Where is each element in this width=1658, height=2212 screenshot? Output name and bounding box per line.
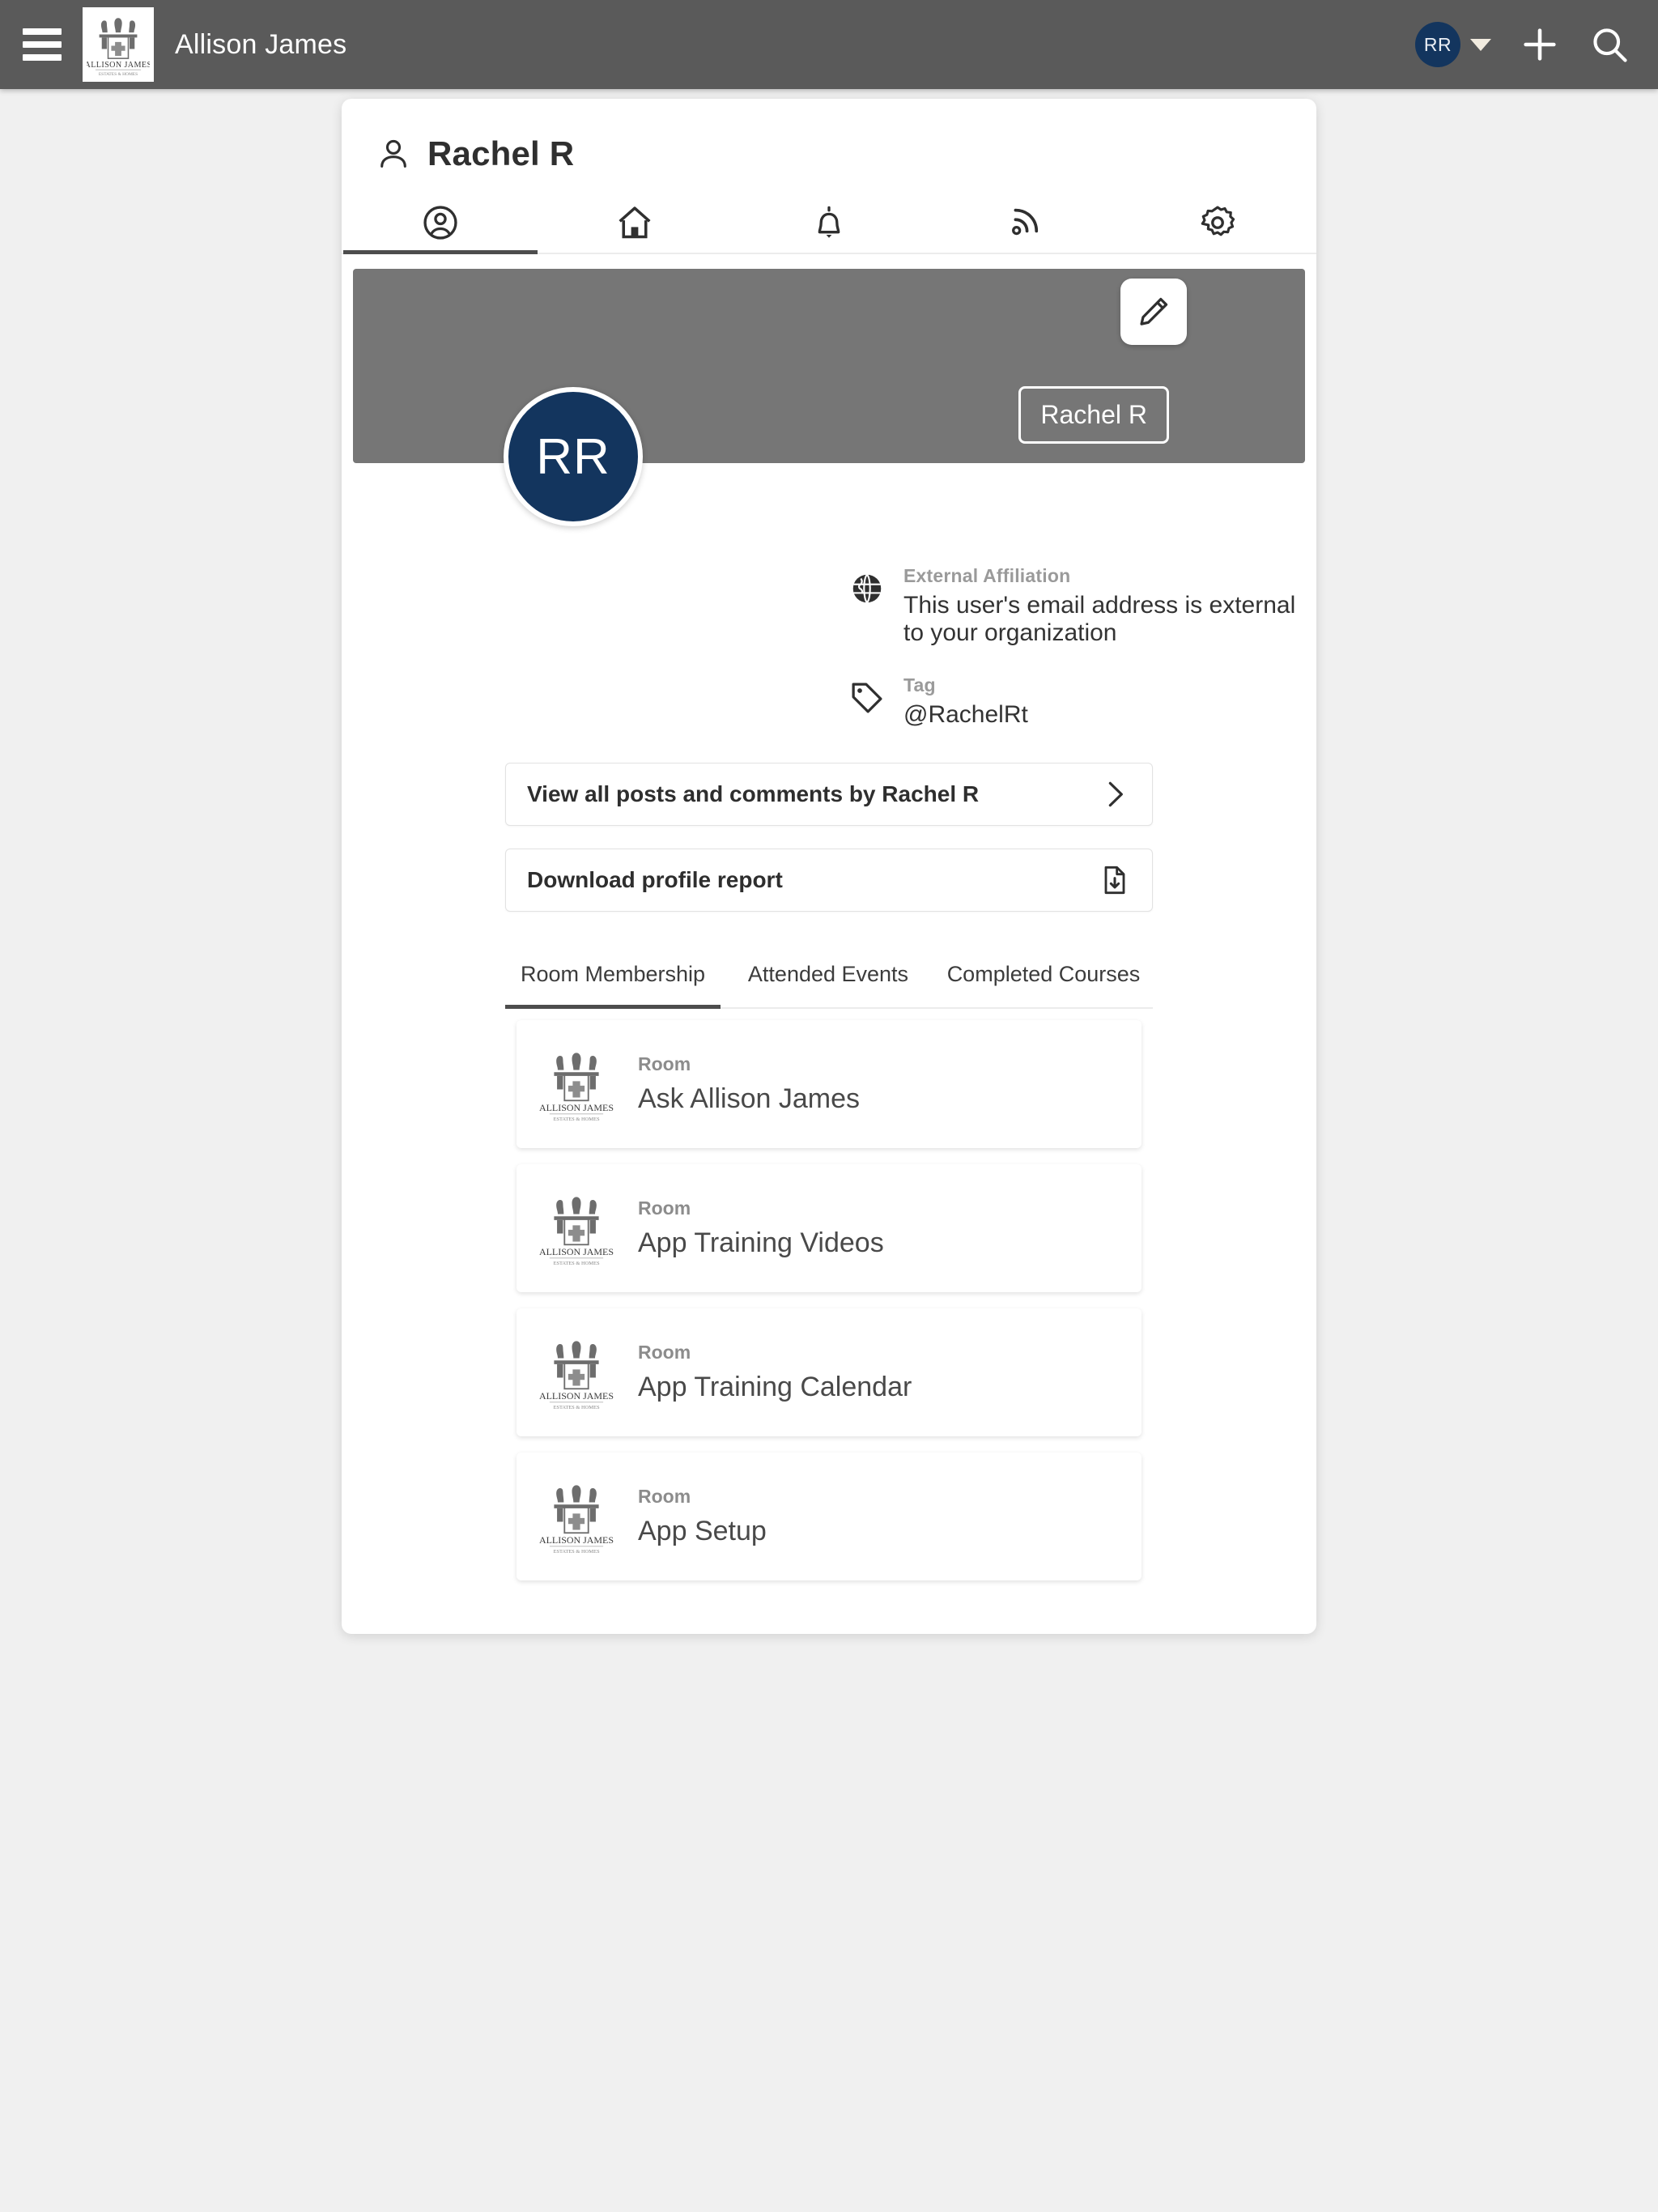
svg-text:ESTATES & HOMES: ESTATES & HOMES — [553, 1261, 599, 1266]
room-membership-list: ALLISON JAMES ESTATES & HOMES Room Ask A… — [517, 1020, 1141, 1634]
search-icon[interactable] — [1588, 23, 1630, 66]
bell-icon — [818, 206, 840, 238]
room-kind-label: Room — [638, 1486, 691, 1508]
tab-feed[interactable] — [926, 201, 1120, 253]
room-name-label: App Training Videos — [638, 1227, 884, 1259]
rss-feed-icon — [1012, 208, 1039, 236]
hamburger-bar — [23, 54, 62, 61]
svg-text:ALLISON JAMES: ALLISON JAMES — [87, 61, 150, 70]
brand-title: Allison James — [175, 28, 347, 60]
page-title: Rachel R — [427, 134, 575, 172]
room-kind-label: Room — [638, 1197, 691, 1219]
tab-profile[interactable] — [343, 201, 538, 254]
room-kind-label: Room — [638, 1342, 691, 1363]
tab-notifications[interactable] — [732, 201, 926, 253]
info-label: External Affiliation — [903, 565, 1071, 586]
room-list-item[interactable]: ALLISON JAMES ESTATES & HOMES Room App S… — [517, 1453, 1141, 1581]
subtab-room-membership[interactable]: Room Membership — [505, 951, 721, 1010]
room-list-item[interactable]: ALLISON JAMES ESTATES & HOMES Room Ask A… — [517, 1020, 1141, 1149]
info-label: Tag — [903, 674, 936, 696]
tab-home[interactable] — [538, 201, 732, 253]
tag-icon — [852, 683, 882, 713]
avatar: RR — [1415, 22, 1460, 67]
profile-subtabs: Room Membership Attended Events Complete… — [505, 951, 1153, 1010]
room-name-label: App Training Calendar — [638, 1372, 912, 1403]
svg-text:ESTATES & HOMES: ESTATES & HOMES — [553, 1405, 599, 1410]
top-app-bar: ALLISON JAMES ESTATES & HOMES Allison Ja… — [0, 0, 1658, 89]
allison-james-crest-icon: ALLISON JAMES ESTATES & HOMES — [87, 18, 150, 77]
hamburger-bar — [23, 41, 62, 48]
chevron-down-icon — [1470, 38, 1491, 51]
appbar-actions: RR — [1415, 22, 1658, 67]
view-posts-button[interactable]: View all posts and comments by Rachel R — [505, 763, 1153, 826]
room-kind-label: Room — [638, 1053, 691, 1075]
room-list-item[interactable]: ALLISON JAMES ESTATES & HOMES Room App T… — [517, 1308, 1141, 1437]
person-icon — [380, 139, 406, 168]
banner-name-chip[interactable]: Rachel R — [1018, 386, 1169, 444]
profile-avatar[interactable]: RR — [504, 387, 643, 526]
info-value: @RachelRt — [903, 701, 1028, 728]
svg-text:ESTATES & HOMES: ESTATES & HOMES — [553, 1549, 599, 1555]
profile-banner: Rachel R RR — [353, 269, 1305, 526]
profile-tabstrip — [342, 201, 1316, 254]
svg-text:ALLISON JAMES: ALLISON JAMES — [539, 1102, 614, 1113]
info-row-tag: Tag @RachelRt — [848, 674, 1316, 729]
info-row-external-affiliation: External Affiliation This user's email a… — [848, 565, 1316, 647]
user-avatar-menu[interactable]: RR — [1415, 22, 1491, 67]
allison-james-crest-icon: ALLISON JAMES ESTATES & HOMES — [538, 1334, 615, 1411]
home-icon — [619, 206, 651, 239]
room-list-item[interactable]: ALLISON JAMES ESTATES & HOMES Room App T… — [517, 1164, 1141, 1293]
chevron-right-icon — [1108, 781, 1123, 807]
hamburger-bar — [23, 28, 62, 35]
action-label: View all posts and comments by Rachel R — [527, 781, 980, 806]
room-name-label: App Setup — [638, 1516, 767, 1547]
hamburger-menu-icon[interactable] — [23, 28, 62, 61]
svg-text:ALLISON JAMES: ALLISON JAMES — [539, 1390, 614, 1402]
profile-info: External Affiliation This user's email a… — [342, 463, 1316, 729]
subtab-completed-courses[interactable]: Completed Courses — [936, 951, 1151, 1007]
allison-james-crest-icon: ALLISON JAMES ESTATES & HOMES — [538, 1189, 615, 1267]
pencil-edit-icon — [1140, 297, 1168, 325]
page-title-row: Rachel R — [342, 99, 1316, 173]
allison-james-crest-icon: ALLISON JAMES ESTATES & HOMES — [538, 1478, 615, 1555]
room-name-label: Ask Allison James — [638, 1083, 860, 1115]
brand-logo[interactable]: ALLISON JAMES ESTATES & HOMES — [83, 7, 154, 82]
plus-icon[interactable] — [1519, 23, 1561, 66]
allison-james-crest-icon: ALLISON JAMES ESTATES & HOMES — [538, 1045, 615, 1123]
info-value: This user's email address is external to… — [903, 592, 1296, 646]
user-circle-icon — [423, 206, 457, 240]
svg-text:ALLISON JAMES: ALLISON JAMES — [539, 1246, 614, 1257]
download-profile-report-button[interactable]: Download profile report — [505, 849, 1153, 912]
svg-text:ESTATES & HOMES: ESTATES & HOMES — [99, 72, 138, 77]
profile-card: Rachel R Rachel R RR External Affiliatio… — [342, 99, 1316, 1635]
file-download-icon — [1104, 866, 1125, 895]
edit-banner-button[interactable] — [1120, 279, 1187, 345]
subtab-attended-events[interactable]: Attended Events — [721, 951, 936, 1007]
svg-text:ALLISON JAMES: ALLISON JAMES — [539, 1534, 614, 1546]
tab-settings[interactable] — [1120, 201, 1315, 253]
action-label: Download profile report — [527, 867, 783, 892]
globe-icon — [852, 573, 882, 603]
svg-text:ESTATES & HOMES: ESTATES & HOMES — [553, 1117, 599, 1122]
gear-icon — [1201, 206, 1235, 236]
